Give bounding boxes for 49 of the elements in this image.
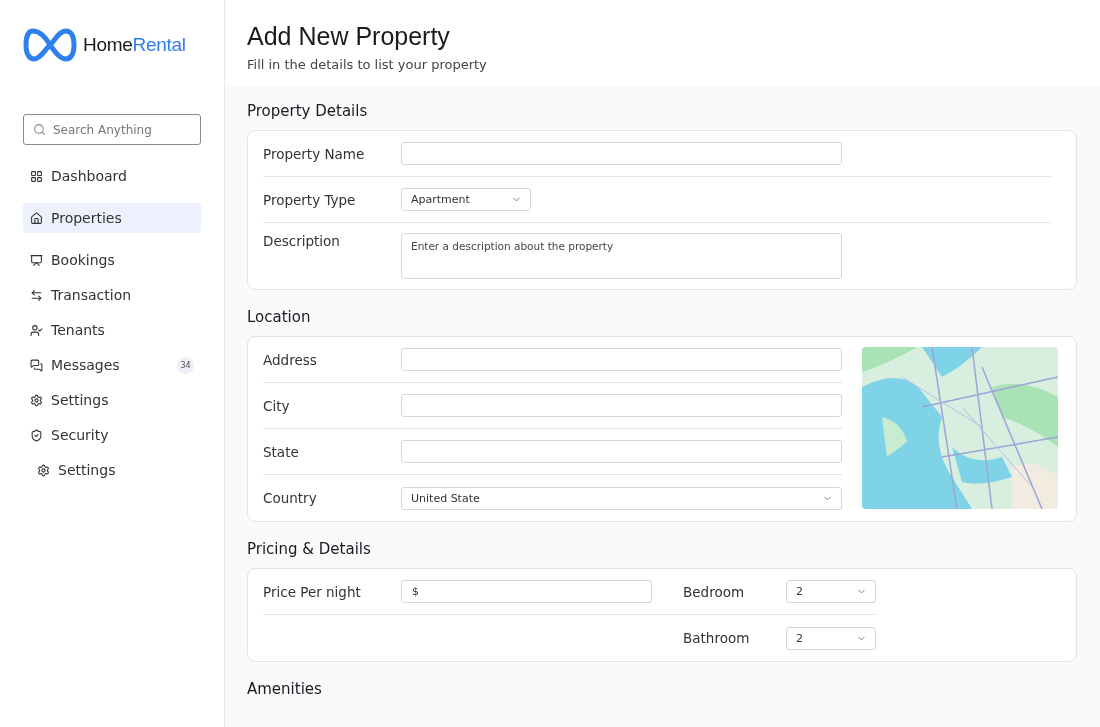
brand-name: HomeRental: [83, 34, 186, 56]
description-field[interactable]: Enter a description about the property: [401, 233, 842, 279]
input-field[interactable]: [401, 394, 842, 417]
nav-icon: [30, 211, 43, 225]
field-label: Property Type: [263, 191, 357, 208]
nav-icon: [30, 253, 43, 267]
field-label: Description: [263, 233, 341, 249]
nav-item[interactable]: Bookings: [23, 245, 201, 275]
nav-icon: [30, 288, 43, 302]
field-label: Property Name: [263, 145, 366, 162]
nav-item[interactable]: Transaction: [23, 280, 201, 310]
nav-icon: [30, 358, 43, 372]
infinity-logo-icon: [23, 28, 77, 62]
section-title: Property Details: [247, 102, 369, 120]
field-label: Address: [263, 351, 318, 368]
select-field[interactable]: 2: [786, 580, 876, 603]
nav-item[interactable]: Tenants: [23, 315, 201, 345]
count-badge: 34: [177, 356, 194, 374]
field-label: Price Per night: [263, 583, 362, 600]
input-field[interactable]: [401, 142, 842, 165]
nav-item[interactable]: Settings: [23, 385, 201, 415]
select-field[interactable]: United State: [401, 486, 842, 510]
field-label: State: [263, 443, 300, 460]
section-title: Amenities: [247, 680, 323, 698]
nav-icon: [30, 393, 43, 407]
nav-item[interactable]: Settings: [23, 455, 201, 485]
nav-icon: [30, 169, 43, 183]
input-field[interactable]: $: [401, 580, 652, 603]
input-field[interactable]: [401, 348, 842, 371]
section-title: Location: [247, 308, 312, 326]
field-label: Bathroom: [683, 630, 750, 646]
gear-icon: [37, 463, 50, 477]
field-label: City: [263, 397, 291, 414]
nav-item[interactable]: Messages 34: [23, 350, 201, 380]
nav-icon: [30, 428, 43, 442]
field-label: Country: [263, 490, 318, 506]
search-field[interactable]: Search Anything: [23, 114, 201, 145]
field-label: Bedroom: [683, 583, 745, 600]
select-field[interactable]: Apartment: [401, 188, 531, 211]
select-field[interactable]: 2: [786, 626, 876, 650]
search-icon: [33, 123, 46, 136]
nav-item[interactable]: Properties: [23, 203, 201, 233]
section-title: Pricing & Details: [247, 540, 372, 558]
input-field[interactable]: [401, 440, 842, 463]
page-subtitle: Fill in the details to list your property: [247, 57, 488, 72]
nav-icon: [30, 323, 43, 337]
page-title: Add New Property: [247, 22, 451, 51]
nav-item[interactable]: Security: [23, 420, 201, 450]
nav-item[interactable]: Dashboard: [23, 161, 201, 191]
